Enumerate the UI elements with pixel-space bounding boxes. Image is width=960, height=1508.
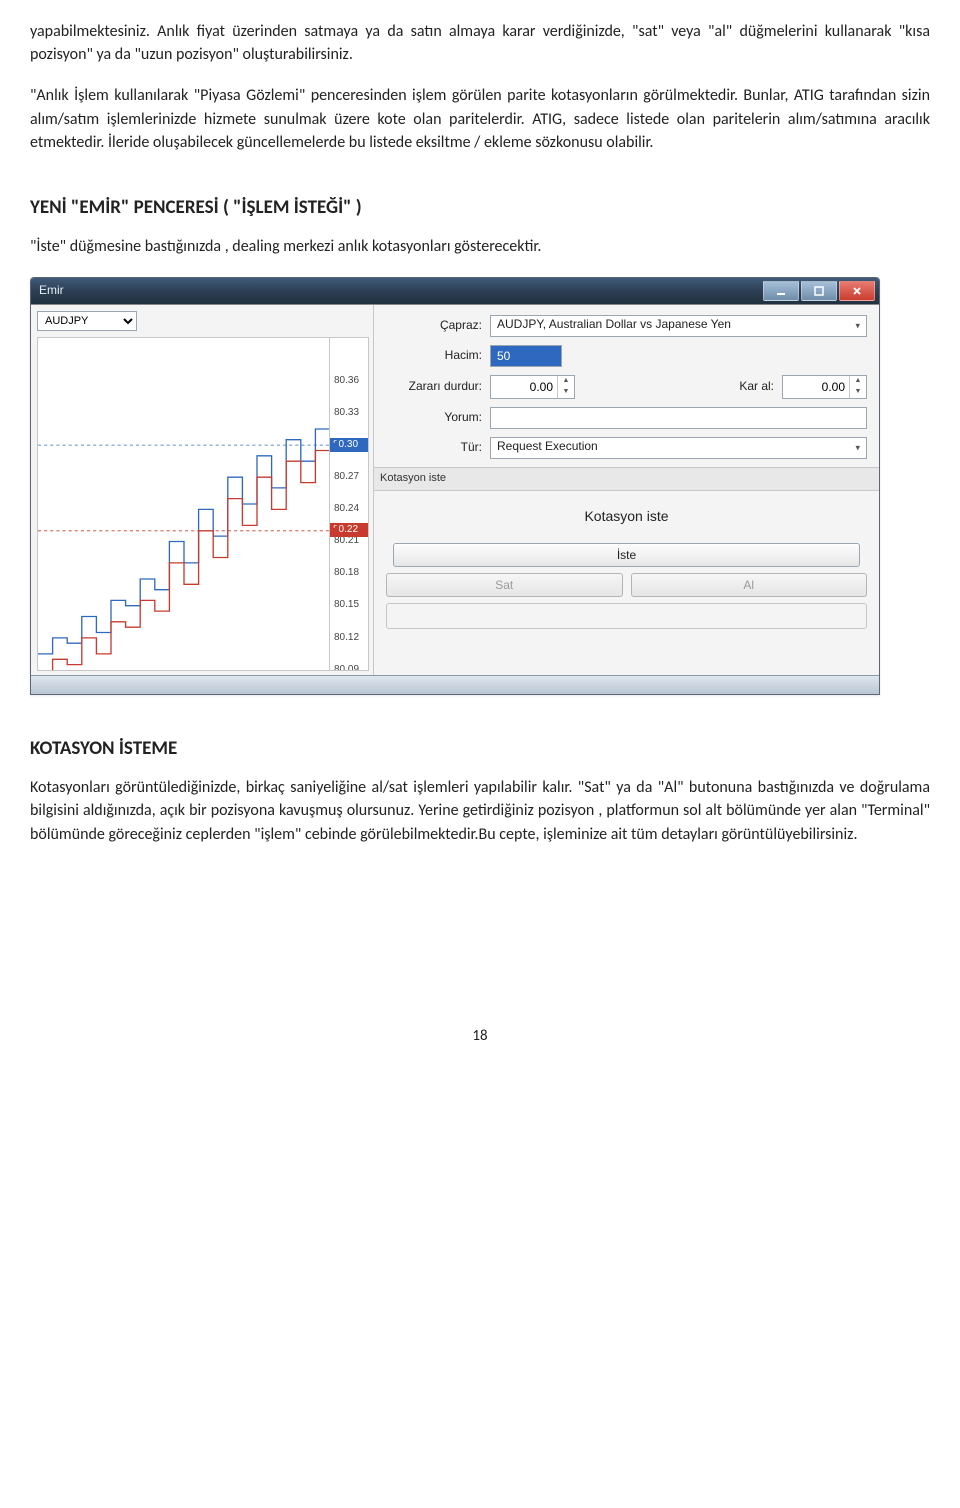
tur-value: Request Execution — [497, 439, 598, 453]
hacim-label: Hacim: — [386, 347, 482, 364]
y-tick: 80.33 — [334, 405, 359, 420]
price-marker: 80.30 — [330, 438, 368, 452]
kotasyon-section-bar: Kotasyon iste — [374, 467, 879, 491]
order-form: Çapraz: AUDJPY, Australian Dollar vs Jap… — [374, 305, 879, 675]
karal-input[interactable] — [783, 376, 849, 398]
minimize-icon — [776, 286, 786, 296]
y-tick: 80.27 — [334, 470, 359, 485]
body-paragraph-4: Kotasyonları görüntülediğinizde, birkaç … — [30, 776, 930, 846]
page-number: 18 — [30, 1026, 930, 1048]
chevron-up-icon[interactable]: ▲ — [558, 376, 574, 387]
capraz-value: AUDJPY, Australian Dollar vs Japanese Ye… — [497, 317, 731, 331]
iste-button[interactable]: İste — [393, 543, 860, 567]
chevron-down-icon[interactable]: ▼ — [558, 387, 574, 398]
y-tick: 80.15 — [334, 598, 359, 613]
capraz-label: Çapraz: — [386, 317, 482, 334]
symbol-select[interactable]: AUDJPY — [37, 311, 137, 331]
chart-svg — [38, 338, 330, 670]
zarar-stepper[interactable]: ▲▼ — [490, 375, 575, 399]
status-box — [386, 603, 867, 629]
maximize-button[interactable] — [801, 281, 837, 301]
section-heading-1: YENİ "EMİR" PENCERESİ ( "İŞLEM İSTEĞİ" ) — [30, 194, 930, 222]
price-marker: 80.22 — [330, 523, 368, 537]
tur-label: Tür: — [386, 439, 482, 456]
y-tick: 80.12 — [334, 630, 359, 645]
zarar-input[interactable] — [491, 376, 557, 398]
karal-stepper[interactable]: ▲▼ — [782, 375, 867, 399]
body-paragraph-1: yapabilmektesiniz. Anlık fiyat üzerinden… — [30, 20, 930, 66]
minimize-button[interactable] — [763, 281, 799, 301]
sat-button[interactable]: Sat — [386, 573, 623, 597]
chevron-down-icon[interactable]: ▼ — [850, 387, 866, 398]
chart-panel: AUDJPY 80.3680.3380.3080.2780.2480.2180.… — [31, 305, 374, 675]
chevron-up-icon[interactable]: ▲ — [850, 376, 866, 387]
maximize-icon — [814, 286, 824, 296]
y-tick: 80.24 — [334, 502, 359, 517]
titlebar[interactable]: Emir — [31, 278, 879, 304]
y-tick: 80.18 — [334, 566, 359, 581]
section-heading-2: KOTASYON İSTEME — [30, 735, 930, 763]
price-chart[interactable]: 80.3680.3380.3080.2780.2480.2180.1880.15… — [37, 337, 369, 671]
al-button[interactable]: Al — [631, 573, 868, 597]
close-icon — [852, 286, 862, 296]
y-axis-scale: 80.3680.3380.3080.2780.2480.2180.1880.15… — [329, 338, 368, 670]
close-button[interactable] — [839, 281, 875, 301]
emir-window: Emir AUDJPY 80.36 80.33 80.30 80.27 80.24 80.… — [30, 277, 880, 695]
tur-select[interactable]: Request Execution — [490, 437, 867, 459]
zarar-label: Zararı durdur: — [386, 378, 482, 395]
yorum-input[interactable] — [490, 407, 867, 429]
yorum-label: Yorum: — [386, 409, 482, 426]
window-title: Emir — [39, 282, 763, 299]
kotasyon-label-row: Kotasyon iste — [393, 501, 860, 531]
window-bottom-bar — [31, 675, 879, 694]
y-tick: 80.36 — [334, 373, 359, 388]
body-paragraph-3: "İste" düğmesine bastığınızda , dealing … — [30, 235, 930, 258]
karal-label: Kar al: — [724, 378, 774, 395]
hacim-input[interactable] — [490, 345, 562, 367]
y-tick: 80.09 — [334, 662, 359, 670]
body-paragraph-2: "Anlık İşlem kullanılarak "Piyasa Gözlem… — [30, 84, 930, 154]
capraz-select[interactable]: AUDJPY, Australian Dollar vs Japanese Ye… — [490, 315, 867, 337]
